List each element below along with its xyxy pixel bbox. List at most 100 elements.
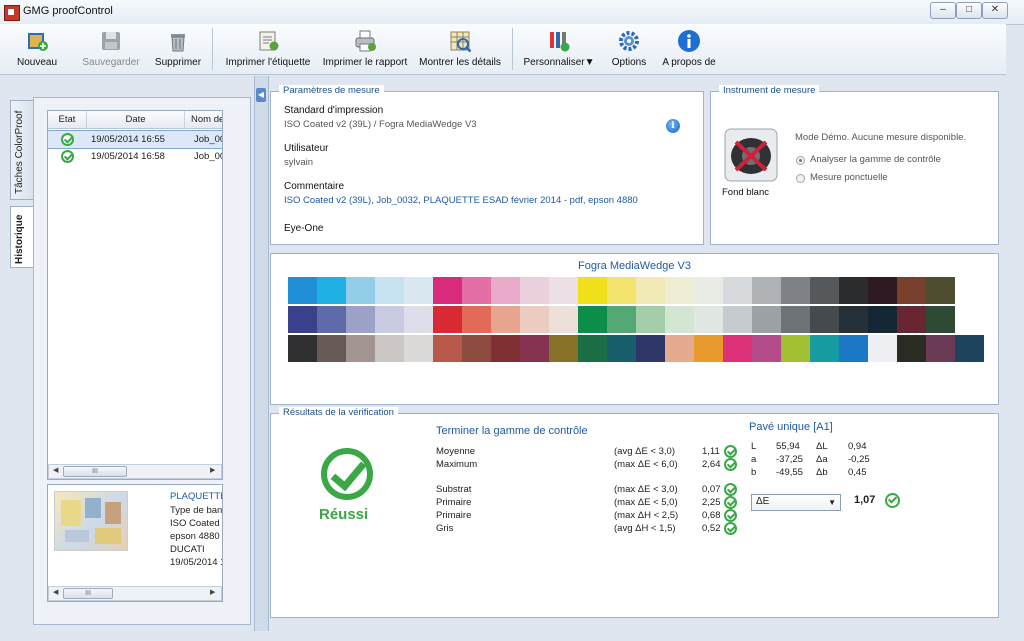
color-patch[interactable]	[694, 335, 723, 362]
color-patch[interactable]	[897, 335, 926, 362]
color-patch[interactable]	[868, 277, 897, 304]
color-patch[interactable]	[810, 277, 839, 304]
color-patch[interactable]	[578, 335, 607, 362]
color-patch[interactable]	[549, 277, 578, 304]
spot-measure-label[interactable]: Mesure ponctuelle	[810, 172, 888, 183]
color-patch[interactable]	[288, 306, 317, 333]
scroll-left-icon[interactable]: ◀	[53, 588, 58, 596]
color-patch[interactable]	[578, 306, 607, 333]
new-button[interactable]: Nouveau	[12, 24, 62, 74]
color-patch[interactable]	[462, 306, 491, 333]
about-button[interactable]: A propos de	[660, 24, 718, 74]
color-patch[interactable]	[694, 277, 723, 304]
color-patch[interactable]	[462, 277, 491, 304]
color-patch[interactable]	[491, 306, 520, 333]
color-patch[interactable]	[433, 277, 462, 304]
color-patch[interactable]	[346, 277, 375, 304]
preview-scrollbar[interactable]: ◀ III ▶	[48, 586, 222, 601]
color-patch[interactable]	[752, 277, 781, 304]
color-patch[interactable]	[317, 306, 346, 333]
scroll-left-icon[interactable]: ◀	[53, 466, 58, 474]
delete-button[interactable]: Supprimer	[152, 24, 204, 74]
panel-splitter[interactable]	[254, 76, 269, 631]
table-row[interactable]: 19/05/2014 16:55 Job_00	[48, 130, 222, 149]
minimize-button[interactable]: –	[930, 2, 956, 19]
show-details-button[interactable]: Montrer les détails	[418, 24, 502, 74]
scroll-thumb[interactable]: III	[63, 588, 113, 599]
color-patch[interactable]	[665, 277, 694, 304]
color-patch[interactable]	[665, 335, 694, 362]
color-patch[interactable]	[520, 277, 549, 304]
color-patch[interactable]	[375, 335, 404, 362]
color-patch[interactable]	[607, 306, 636, 333]
column-header-status[interactable]: Etat	[48, 111, 87, 129]
color-patch[interactable]	[288, 335, 317, 362]
print-report-button[interactable]: Imprimer le rapport	[322, 24, 408, 74]
scroll-thumb[interactable]: III	[63, 466, 127, 477]
color-patch[interactable]	[433, 306, 462, 333]
analyze-range-label[interactable]: Analyser la gamme de contrôle	[810, 154, 941, 165]
color-patch[interactable]	[375, 306, 404, 333]
color-patch[interactable]	[839, 306, 868, 333]
close-button[interactable]: ✕	[982, 2, 1008, 19]
color-patch[interactable]	[868, 335, 897, 362]
color-patch[interactable]	[346, 335, 375, 362]
color-patch[interactable]	[317, 277, 346, 304]
color-patch[interactable]	[781, 335, 810, 362]
scroll-right-icon[interactable]: ▶	[210, 588, 215, 596]
color-patch[interactable]	[868, 306, 897, 333]
color-patch[interactable]	[636, 335, 665, 362]
color-patch[interactable]	[491, 277, 520, 304]
color-patch[interactable]	[578, 277, 607, 304]
history-grid[interactable]: Etat Date Nom de 19/05/2014 16:55 Job_00…	[47, 110, 223, 480]
info-icon[interactable]: i	[666, 119, 680, 133]
color-patch[interactable]	[346, 306, 375, 333]
color-patch[interactable]	[520, 306, 549, 333]
color-patch[interactable]	[636, 306, 665, 333]
color-patch[interactable]	[810, 306, 839, 333]
color-patch[interactable]	[839, 277, 868, 304]
color-patch[interactable]	[810, 335, 839, 362]
color-patch[interactable]	[781, 306, 810, 333]
history-scrollbar[interactable]: ◀ III ▶	[48, 464, 222, 479]
color-patch[interactable]	[926, 277, 955, 304]
save-button[interactable]: Sauvegarder	[80, 24, 142, 74]
color-patches[interactable]	[288, 277, 984, 363]
color-patch[interactable]	[636, 277, 665, 304]
color-patch[interactable]	[839, 335, 868, 362]
color-patch[interactable]	[723, 277, 752, 304]
color-patch[interactable]	[462, 335, 491, 362]
color-patch[interactable]	[694, 306, 723, 333]
color-patch[interactable]	[375, 277, 404, 304]
color-patch[interactable]	[491, 335, 520, 362]
color-patch[interactable]	[607, 277, 636, 304]
tab-history[interactable]: Historique	[10, 206, 34, 268]
color-patch[interactable]	[723, 306, 752, 333]
color-patch[interactable]	[897, 306, 926, 333]
column-header-name[interactable]: Nom de	[185, 111, 222, 129]
color-patch[interactable]	[607, 335, 636, 362]
radio-spot-measure[interactable]	[796, 174, 805, 183]
color-patch[interactable]	[723, 335, 752, 362]
color-patch[interactable]	[752, 335, 781, 362]
color-patch[interactable]	[404, 277, 433, 304]
color-patch[interactable]	[926, 306, 955, 333]
maximize-button[interactable]: □	[956, 2, 982, 19]
column-header-date[interactable]: Date	[87, 111, 185, 129]
color-patch[interactable]	[897, 277, 926, 304]
color-patch[interactable]	[549, 335, 578, 362]
color-patch[interactable]	[433, 335, 462, 362]
customize-button[interactable]: Personnaliser▼	[522, 24, 596, 74]
metric-select[interactable]: ΔE ▼	[751, 494, 841, 511]
color-patch[interactable]	[404, 306, 433, 333]
color-patch[interactable]	[317, 335, 346, 362]
color-patch[interactable]	[955, 335, 984, 362]
print-label-button[interactable]: Imprimer l'étiquette	[224, 24, 312, 74]
color-patch[interactable]	[288, 277, 317, 304]
color-patch[interactable]	[752, 306, 781, 333]
color-patch[interactable]	[549, 306, 578, 333]
color-patch[interactable]	[926, 335, 955, 362]
color-patch[interactable]	[665, 306, 694, 333]
collapse-arrow-icon[interactable]: ◀	[256, 88, 266, 102]
color-patch[interactable]	[520, 335, 549, 362]
